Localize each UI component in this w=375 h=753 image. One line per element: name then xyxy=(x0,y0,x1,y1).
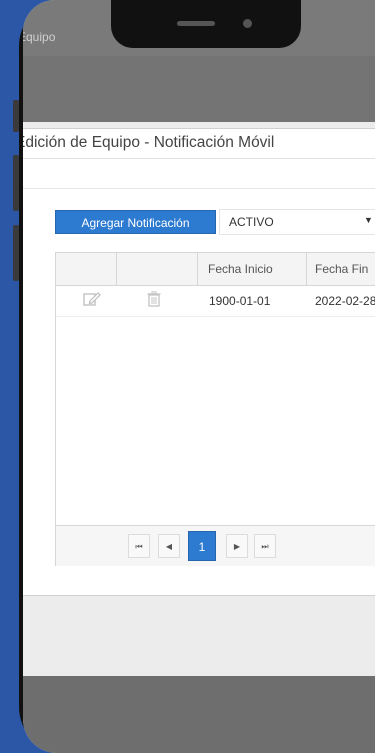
row-divider xyxy=(56,316,375,317)
column-divider xyxy=(306,253,307,285)
add-notification-button[interactable]: Agregar Notificación xyxy=(55,210,216,234)
caret-down-icon: ▼ xyxy=(364,215,373,225)
first-page-icon[interactable]: ⏮ xyxy=(128,534,150,558)
column-header-fecha-fin[interactable]: Fecha Fin xyxy=(315,262,368,276)
fecha-inicio-cell: 1900-01-01 xyxy=(209,294,271,308)
header-band xyxy=(23,56,375,122)
column-divider xyxy=(197,253,198,285)
edit-icon[interactable] xyxy=(83,291,101,311)
fecha-fin-cell: 2022-02-28 xyxy=(315,294,375,308)
camera-icon xyxy=(243,19,252,28)
phone-notch xyxy=(111,0,301,48)
phone-screen: Equipo Edición de Equipo - Notificación … xyxy=(23,0,375,753)
page-number-current[interactable]: 1 xyxy=(188,531,216,561)
prev-page-icon[interactable]: ◀ xyxy=(158,534,180,558)
grid-header: Fecha Inicio Fecha Fin xyxy=(56,253,375,286)
app-title: Equipo xyxy=(23,30,56,44)
panel-title-divider xyxy=(23,158,375,159)
next-page-icon[interactable]: ▶ xyxy=(226,534,248,558)
panel-title: Edición de Equipo - Notificación Móvil xyxy=(23,134,275,151)
last-page-icon[interactable]: ⏭ xyxy=(254,534,276,558)
notifications-grid: Fecha Inicio Fecha Fin 1900-01-01 2022-0… xyxy=(55,252,375,566)
column-divider xyxy=(116,253,117,285)
column-header-fecha-inicio[interactable]: Fecha Inicio xyxy=(208,262,273,276)
trash-icon[interactable] xyxy=(147,291,161,311)
pagination-bar: ⏮ ◀ 1 ▶ ⏭ xyxy=(56,525,375,566)
bottom-bar xyxy=(23,676,375,753)
speaker-icon xyxy=(177,21,215,26)
toolbar-divider xyxy=(23,188,375,189)
status-dropdown-value: ACTIVO xyxy=(229,215,274,229)
status-dropdown[interactable]: ACTIVO ▼ xyxy=(219,209,375,235)
